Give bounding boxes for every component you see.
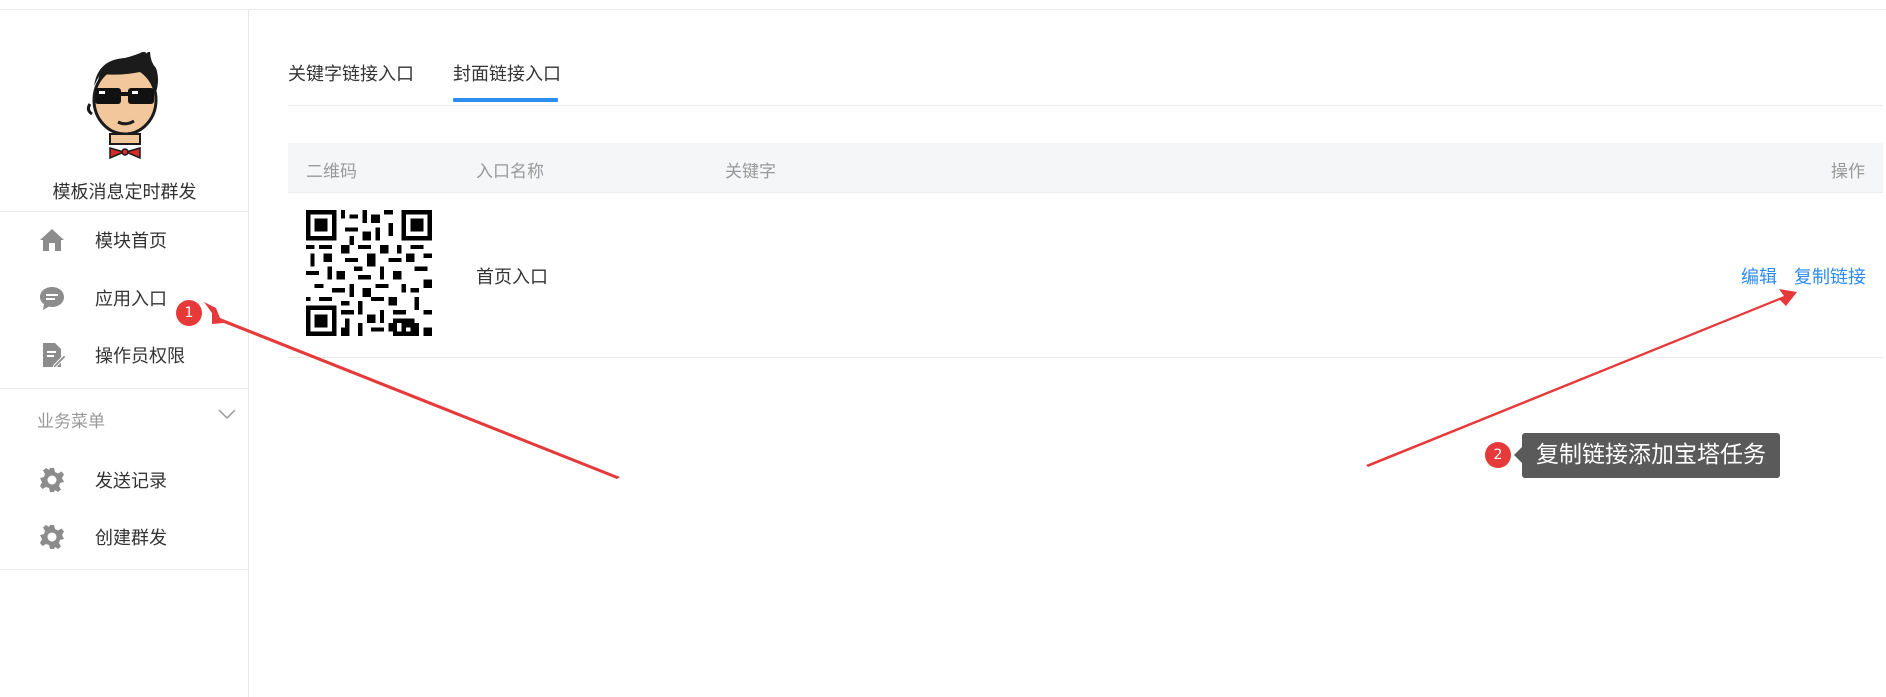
avatar	[86, 52, 158, 160]
annotation-badge-1: 1	[176, 300, 202, 326]
group-title[interactable]: 业务菜单	[37, 407, 105, 432]
top-divider	[0, 9, 1886, 10]
annotation-badge-2: 2	[1485, 442, 1511, 468]
copy-link-button[interactable]: 复制链接	[1794, 263, 1866, 289]
app-window: 模板消息定时群发 模块首页 应用入口 操作员权限 业务菜单 发送记录 创建群发 …	[0, 0, 1886, 697]
sidebar-item-app-entry[interactable]: 应用入口	[0, 276, 249, 320]
sidebar-item-label: 模块首页	[95, 231, 167, 252]
sidebar-item-label: 操作员权限	[95, 346, 185, 367]
sidebar-item-home[interactable]: 模块首页	[0, 218, 249, 262]
gear-icon	[40, 468, 64, 492]
sidebar-divider	[0, 211, 249, 212]
qr-code	[306, 210, 432, 336]
entry-name-cell: 首页入口	[476, 267, 548, 288]
sidebar-divider	[0, 569, 249, 570]
column-header-qrcode: 二维码	[306, 162, 357, 182]
sidebar-item-send-records[interactable]: 发送记录	[0, 458, 249, 502]
active-tab-indicator	[453, 98, 558, 102]
chevron-down-icon[interactable]	[217, 406, 237, 422]
app-name: 模板消息定时群发	[52, 182, 197, 203]
sidebar-item-label: 应用入口	[95, 289, 167, 310]
annotation-callout: 复制链接添加宝塔任务	[1514, 433, 1780, 478]
table-header: 二维码 入口名称 关键字 操作	[288, 143, 1883, 193]
column-header-actions: 操作	[1831, 162, 1865, 182]
sidebar-divider	[0, 388, 249, 389]
sidebar-item-label: 创建群发	[95, 528, 167, 549]
home-icon	[40, 229, 64, 251]
tabs-divider	[288, 105, 1883, 106]
sidebar-item-operator-permissions[interactable]: 操作员权限	[0, 333, 249, 377]
gear-icon	[40, 525, 64, 549]
table-row: 首页入口 编辑 复制链接	[288, 193, 1883, 358]
sidebar-item-label: 发送记录	[95, 471, 167, 492]
tab-keyword-link-entry[interactable]: 关键字链接入口	[288, 60, 414, 86]
document-edit-icon	[43, 343, 66, 369]
column-header-keyword: 关键字	[725, 162, 776, 182]
edit-link[interactable]: 编辑	[1741, 263, 1777, 289]
chat-bubble-icon	[40, 287, 64, 310]
tab-cover-link-entry[interactable]: 封面链接入口	[453, 60, 561, 86]
sidebar-item-create-broadcast[interactable]: 创建群发	[0, 515, 249, 559]
column-header-entry-name: 入口名称	[476, 162, 544, 182]
